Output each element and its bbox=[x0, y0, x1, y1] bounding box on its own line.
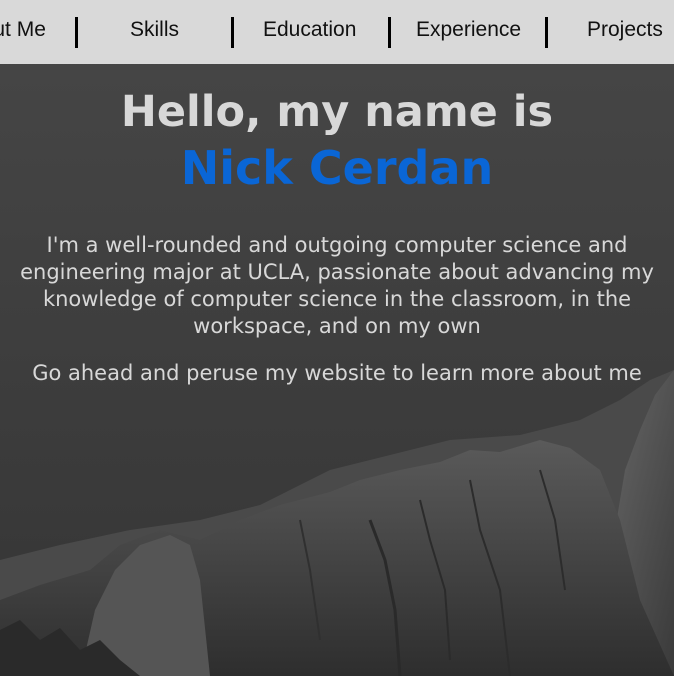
nav-link-skills[interactable]: Skills bbox=[130, 18, 179, 42]
nav-link-experience[interactable]: Experience bbox=[416, 18, 521, 42]
hero-name: Nick Cerdan bbox=[180, 141, 494, 195]
page: About Me Skills Education Experience Pro… bbox=[0, 0, 674, 676]
nav-link-education[interactable]: Education bbox=[263, 18, 356, 42]
nav-link-projects[interactable]: Projects bbox=[587, 18, 663, 42]
nav-link-about-me[interactable]: About Me bbox=[0, 18, 46, 42]
nav-separator bbox=[231, 17, 234, 48]
top-navigation-bar: About Me Skills Education Experience Pro… bbox=[0, 0, 674, 64]
nav-separator bbox=[75, 17, 78, 48]
nav-separator bbox=[388, 17, 391, 48]
hero-greeting: Hello, my name is bbox=[120, 87, 554, 137]
nav-separator bbox=[545, 17, 548, 48]
hero-intro-text: I'm a well-rounded and outgoing computer… bbox=[20, 233, 654, 338]
hero-cta-text: Go ahead and peruse my website to learn … bbox=[32, 361, 642, 385]
